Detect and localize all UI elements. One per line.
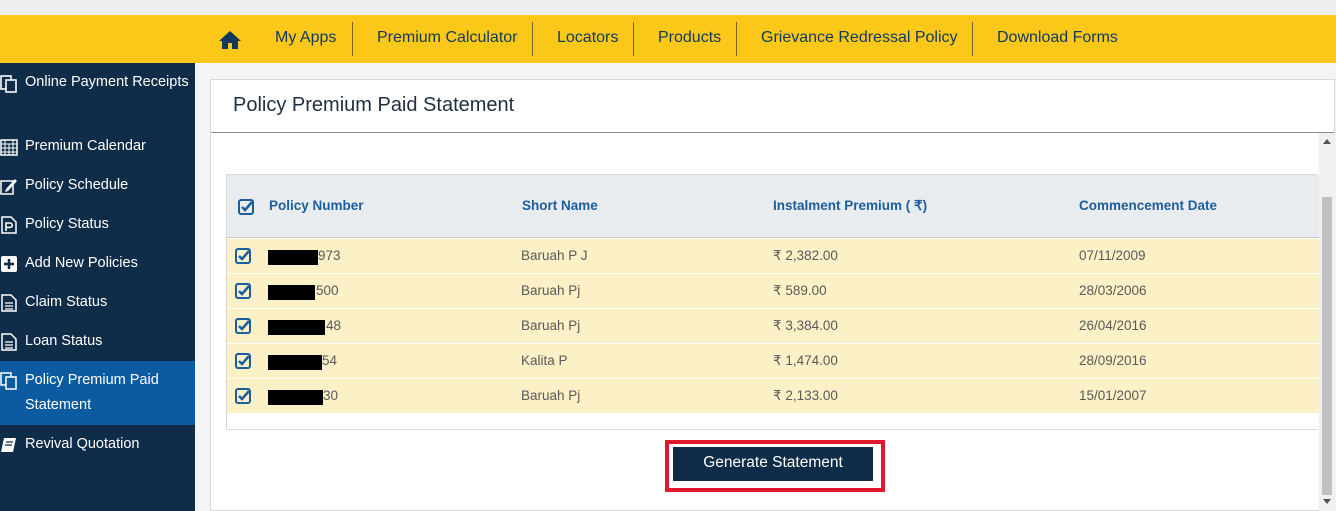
short-name-cell: Kalita P xyxy=(521,353,568,368)
header-instalment-premium: Instalment Premium ( ₹) xyxy=(773,198,928,213)
nav-divider xyxy=(972,22,973,56)
table-row[interactable]: 973 Baruah P J ₹ 2,382.00 07/11/2009 xyxy=(227,238,1319,273)
sidebar-item-revival-quotation[interactable]: Revival Quotation xyxy=(0,432,195,457)
top-navbar: My Apps Premium Calculator Locators Prod… xyxy=(0,15,1336,63)
nav-download-forms[interactable]: Download Forms xyxy=(997,15,1118,63)
nav-locators[interactable]: Locators xyxy=(557,15,618,63)
policy-number-suffix: 54 xyxy=(322,353,338,368)
sidebar-item-policy-schedule[interactable]: Policy Schedule xyxy=(0,173,195,198)
short-name-cell: Baruah Pj xyxy=(521,318,581,333)
premium-cell: ₹ 1,474.00 xyxy=(773,353,838,368)
sidebar-item-policy-status[interactable]: Policy Status xyxy=(0,212,195,237)
policy-number-suffix: 48 xyxy=(326,318,342,333)
row-checkbox[interactable] xyxy=(235,353,251,369)
select-all-checkbox[interactable] xyxy=(238,199,254,215)
nav-products[interactable]: Products xyxy=(658,15,721,63)
scroll-down-arrow[interactable] xyxy=(1323,499,1331,504)
sidebar-item-policy-premium-paid-statement[interactable]: Policy Premium Paid Statement xyxy=(0,361,195,425)
page-title: Policy Premium Paid Statement xyxy=(233,94,515,116)
premium-cell: ₹ 2,133.00 xyxy=(773,388,838,403)
row-checkbox[interactable] xyxy=(235,388,251,404)
sidebar-item-label: Add New Policies xyxy=(25,255,138,271)
sidebar-item-label: Revival Quotation xyxy=(25,436,140,452)
policy-p-icon xyxy=(1,216,17,234)
title-divider xyxy=(211,132,1334,133)
short-name-cell: Baruah Pj xyxy=(521,388,581,403)
nav-premium-calculator[interactable]: Premium Calculator xyxy=(377,15,517,63)
sidebar-item-label: Policy Schedule xyxy=(25,177,129,193)
document-icon xyxy=(1,294,17,312)
table-row[interactable]: 500 Baruah Pj ₹ 589.00 28/03/2006 xyxy=(227,273,1319,308)
policy-table: Policy Number Short Name Instalment Prem… xyxy=(226,174,1319,430)
sidebar-item-loan-status[interactable]: Loan Status xyxy=(0,329,195,354)
premium-cell: ₹ 3,384.00 xyxy=(773,318,838,333)
scrollbar[interactable] xyxy=(1319,133,1335,511)
date-cell: 26/04/2016 xyxy=(1079,318,1147,333)
table-row[interactable]: 54 Kalita P ₹ 1,474.00 28/09/2016 xyxy=(227,343,1319,378)
book-icon xyxy=(1,438,16,452)
policy-number-suffix: 30 xyxy=(323,388,339,403)
sidebar-item-label: Policy Premium Paid Statement xyxy=(25,372,159,413)
sidebar-item-label: Claim Status xyxy=(25,294,108,310)
row-checkbox[interactable] xyxy=(235,318,251,334)
date-cell: 28/03/2006 xyxy=(1079,283,1147,298)
home-icon[interactable] xyxy=(218,29,242,51)
date-cell: 07/11/2009 xyxy=(1079,248,1146,263)
sidebar-item-label: Online Payment Receipts xyxy=(25,74,189,90)
date-cell: 28/09/2016 xyxy=(1079,353,1147,368)
header-short-name: Short Name xyxy=(522,198,598,213)
date-cell: 15/01/2007 xyxy=(1079,388,1147,403)
redacted-policy-number xyxy=(268,285,315,300)
redacted-policy-number xyxy=(268,320,325,335)
edit-icon xyxy=(0,179,17,195)
premium-cell: ₹ 589.00 xyxy=(773,283,827,298)
sidebar-item-label: Loan Status xyxy=(25,333,103,349)
plus-icon xyxy=(1,256,17,272)
row-checkbox[interactable] xyxy=(235,283,251,299)
nav-my-apps[interactable]: My Apps xyxy=(275,15,336,63)
scroll-thumb[interactable] xyxy=(1322,197,1332,495)
sidebar-item-claim-status[interactable]: Claim Status xyxy=(0,290,195,315)
premium-cell: ₹ 2,382.00 xyxy=(773,248,838,263)
redacted-policy-number xyxy=(268,390,323,405)
sidebar-item-label: Policy Status xyxy=(25,216,109,232)
sidebar-item-add-new-policies[interactable]: Add New Policies xyxy=(0,251,195,276)
calendar-icon xyxy=(0,139,18,156)
nav-divider xyxy=(633,22,634,56)
table-row[interactable]: 48 Baruah Pj ₹ 3,384.00 26/04/2016 xyxy=(227,308,1319,343)
short-name-cell: Baruah Pj xyxy=(521,283,581,298)
generate-statement-button[interactable]: Generate Statement xyxy=(673,447,873,481)
scroll-up-arrow[interactable] xyxy=(1323,139,1331,144)
short-name-cell: Baruah P J xyxy=(521,248,588,263)
policy-number-suffix: 500 xyxy=(316,283,339,298)
sidebar-item-premium-calendar[interactable]: Premium Calendar xyxy=(0,134,195,159)
header-policy-number: Policy Number xyxy=(269,198,364,213)
row-checkbox[interactable] xyxy=(235,248,251,264)
copy-icon xyxy=(0,372,17,390)
nav-divider xyxy=(532,22,533,56)
browser-top-strip xyxy=(0,0,1336,15)
sidebar-item-label: Premium Calendar xyxy=(25,138,146,154)
policy-number-suffix: 973 xyxy=(318,248,341,263)
table-header: Policy Number Short Name Instalment Prem… xyxy=(227,175,1319,238)
sidebar: Online Payment Receipts Premium Calendar… xyxy=(0,63,195,511)
sidebar-item-online-payment-receipts[interactable]: Online Payment Receipts xyxy=(0,70,195,120)
table-row[interactable]: 30 Baruah Pj ₹ 2,133.00 15/01/2007 xyxy=(227,378,1319,413)
redacted-policy-number xyxy=(268,250,318,265)
redacted-policy-number xyxy=(268,355,322,370)
nav-divider xyxy=(352,22,353,56)
document-icon xyxy=(1,333,17,351)
nav-grievance-redressal-policy[interactable]: Grievance Redressal Policy xyxy=(761,15,958,63)
nav-divider xyxy=(736,22,737,56)
header-commencement-date: Commencement Date xyxy=(1079,198,1218,213)
receipts-icon xyxy=(0,75,17,93)
